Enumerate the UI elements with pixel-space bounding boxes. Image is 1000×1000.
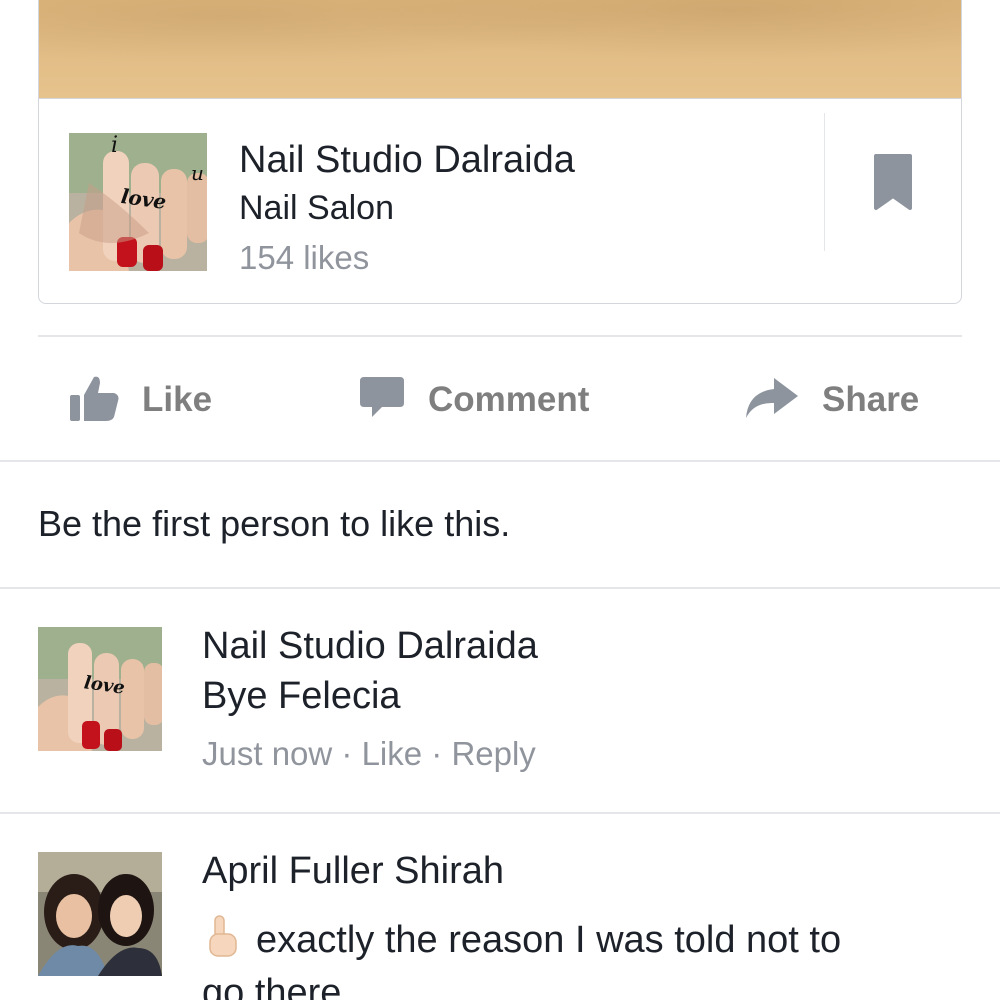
comment-reply-link[interactable]: Reply	[451, 735, 535, 772]
post-view: i love u Nail Studio Dalraida Nail Salon…	[0, 0, 1000, 1000]
pointing-up-hand-icon	[202, 914, 242, 958]
comment-button[interactable]: Comment	[358, 340, 589, 460]
share-arrow-icon	[744, 376, 800, 425]
bookmark-icon[interactable]	[873, 153, 913, 211]
comment-text: exactly the reason I was told not to	[202, 914, 841, 962]
card-like-count: 154 likes	[239, 239, 370, 276]
card-body: i love u Nail Studio Dalraida Nail Salon…	[39, 99, 961, 303]
avatar[interactable]	[38, 852, 162, 976]
share-label: Share	[822, 380, 920, 419]
comment-bubble-icon	[358, 375, 406, 426]
card-divider	[824, 113, 825, 251]
thumb-letter-top: i	[111, 133, 119, 158]
comment-timestamp: Just now	[202, 735, 333, 772]
card-cover-image	[39, 0, 961, 99]
card-title[interactable]: Nail Studio Dalraida	[239, 139, 575, 182]
comment-label: Comment	[428, 380, 590, 419]
thumbs-up-icon	[68, 373, 120, 428]
meta-separator: ·	[332, 735, 362, 772]
comment-text-line1: exactly the reason I was told not to	[256, 919, 842, 961]
avatar[interactable]: love	[38, 627, 162, 751]
thumb-letter-side: u	[191, 161, 204, 185]
comment-author[interactable]: April Fuller Shirah	[202, 850, 504, 893]
divider	[0, 812, 1000, 814]
like-button[interactable]: Like	[68, 340, 212, 460]
page-thumbnail[interactable]: i love u	[69, 133, 207, 271]
card-category: Nail Salon	[239, 189, 394, 227]
comment-author[interactable]: Nail Studio Dalraida	[202, 625, 538, 668]
shared-page-card[interactable]: i love u Nail Studio Dalraida Nail Salon…	[38, 0, 962, 304]
likes-summary[interactable]: Be the first person to like this.	[38, 503, 510, 545]
divider	[0, 460, 1000, 462]
action-bar: Like Comment Share	[0, 340, 1000, 460]
divider	[0, 587, 1000, 589]
comment-text: Bye Felecia	[202, 675, 401, 717]
divider	[38, 335, 962, 337]
comment-like-link[interactable]: Like	[362, 735, 423, 772]
comment-text-line2: go there	[202, 972, 342, 1000]
like-label: Like	[142, 380, 213, 419]
share-button[interactable]: Share	[744, 340, 919, 460]
meta-separator: ·	[422, 735, 452, 772]
comment-meta: Just now · Like · Reply	[202, 735, 536, 773]
